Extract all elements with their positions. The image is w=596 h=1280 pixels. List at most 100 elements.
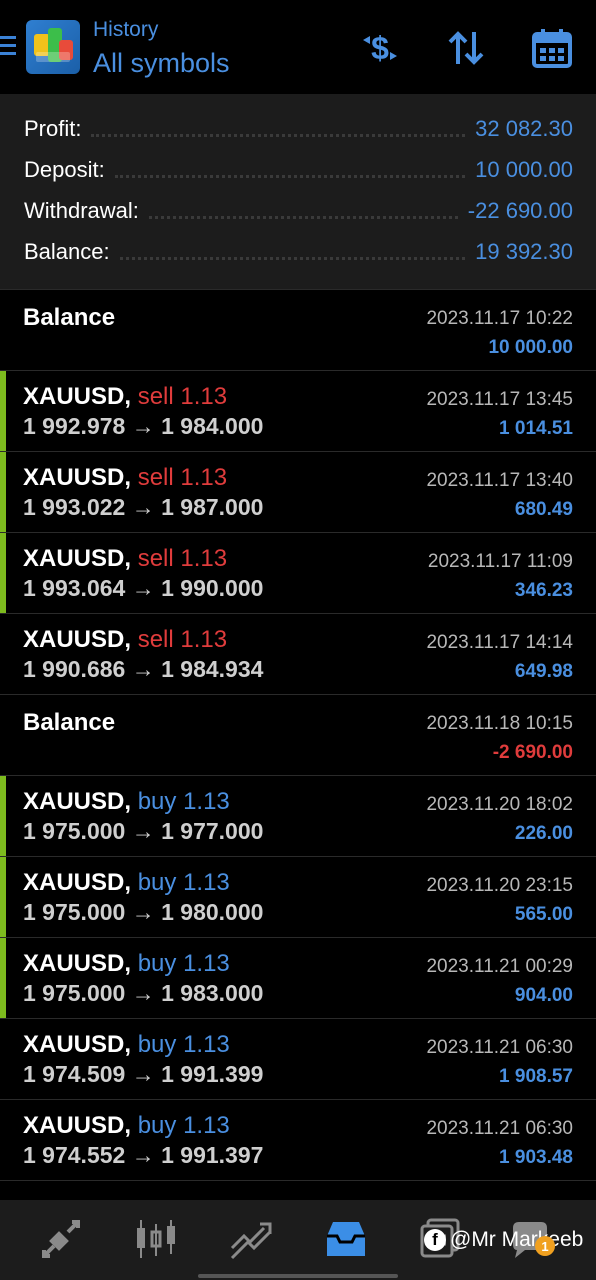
profit-indicator-bar	[0, 533, 6, 614]
profit-amount: 649.98	[514, 661, 573, 682]
timestamp: 2023.11.17 13:45	[426, 389, 573, 410]
symbol-name: XAUUSD,	[23, 869, 132, 896]
trade-row[interactable]: XAUUSD, buy 1.13 1 974.552 → 1 991.397 202…	[0, 1099, 596, 1180]
svg-text:$: $	[371, 30, 389, 66]
dot-leader	[91, 133, 466, 137]
symbol-name: XAUUSD,	[23, 788, 132, 815]
arrow-icon: →	[131, 575, 155, 601]
profit-indicator-bar	[0, 857, 6, 938]
trade-row[interactable]: XAUUSD, buy 1.13 1 975.000 → 1 983.000 202…	[0, 937, 596, 1019]
chart-icon[interactable]	[131, 1214, 181, 1264]
close-price: 1 990.000	[161, 575, 264, 601]
trade-symbol-line: XAUUSD, sell 1.13	[23, 464, 227, 492]
timestamp: 2023.11.21 00:29	[426, 956, 573, 977]
timestamp: 2023.11.20 23:15	[426, 875, 573, 896]
trade-type: buy	[137, 869, 177, 896]
timestamp: 2023.11.17 10:22	[426, 308, 573, 329]
trade-row[interactable]: XAUUSD, sell 1.13 1 993.022 → 1 987.000 20…	[0, 451, 596, 533]
trade-row[interactable]: XAUUSD, buy 1.13 1 975.000 → 1 977.000 202…	[0, 775, 596, 857]
open-price: 1 974.552	[23, 1142, 126, 1168]
open-price: 1 990.686	[23, 656, 126, 682]
dot-leader	[114, 174, 466, 178]
profit-indicator-bar	[0, 452, 6, 533]
trade-symbol-line: XAUUSD, sell 1.13	[23, 383, 227, 411]
trade-volume: 1.13	[183, 1112, 230, 1139]
quotes-icon[interactable]	[36, 1214, 86, 1264]
symbol-name: XAUUSD,	[23, 950, 132, 977]
withdrawal-label: Withdrawal:	[24, 198, 139, 223]
calendar-icon[interactable]	[530, 26, 574, 70]
trade-type: buy	[137, 950, 177, 977]
arrow-icon: →	[131, 818, 155, 844]
trade-symbol-line: XAUUSD, buy 1.13	[23, 788, 230, 816]
timestamp: 2023.11.17 11:09	[427, 551, 573, 572]
open-price: 1 975.000	[23, 980, 126, 1006]
arrow-icon: →	[131, 1142, 155, 1168]
price-range: 1 975.000 → 1 980.000	[23, 899, 263, 926]
trade-symbol-line: XAUUSD, sell 1.13	[23, 626, 227, 654]
currency-filter-icon[interactable]: $	[358, 26, 402, 70]
profit-indicator-bar	[0, 776, 6, 857]
price-range: 1 992.978 → 1 984.000	[23, 413, 263, 440]
close-price: 1 980.000	[161, 899, 264, 925]
home-indicator[interactable]	[198, 1274, 398, 1278]
symbol-name: XAUUSD,	[23, 464, 132, 491]
timestamp: 2023.11.17 14:14	[426, 632, 573, 653]
timestamp: 2023.11.17 13:40	[426, 470, 573, 491]
balance-operation-row[interactable]: Balance 2023.11.18 10:15 -2 690.00	[0, 694, 596, 775]
close-price: 1 991.397	[161, 1142, 264, 1168]
screen-title: History	[93, 18, 159, 41]
symbol-filter-title[interactable]: All symbols	[93, 48, 230, 79]
menu-icon[interactable]	[0, 36, 18, 58]
trade-type: buy	[137, 788, 177, 815]
profit-amount: 1 014.51	[499, 418, 573, 439]
trade-volume: 1.13	[180, 383, 228, 410]
profit-indicator-bar	[0, 371, 6, 452]
price-range: 1 974.509 → 1 991.399	[23, 1061, 263, 1088]
list-item[interactable]	[0, 1180, 596, 1200]
trade-volume: 1.13	[180, 464, 228, 491]
trade-row[interactable]: XAUUSD, sell 1.13 1 992.978 → 1 984.000 20…	[0, 370, 596, 452]
symbol-name: XAUUSD,	[23, 626, 132, 653]
arrow-icon: →	[131, 413, 155, 439]
trade-type: sell	[137, 545, 174, 572]
trade-row[interactable]: XAUUSD, sell 1.13 1 993.064 → 1 990.000 20…	[0, 532, 596, 614]
sort-icon[interactable]	[444, 26, 488, 70]
price-range: 1 975.000 → 1 977.000	[23, 818, 263, 845]
account-summary: Profit: 32 082.30 Deposit: 10 000.00 Wit…	[0, 94, 596, 289]
timestamp: 2023.11.21 06:30	[426, 1118, 573, 1139]
withdrawal-value: -22 690.00	[467, 198, 573, 223]
trade-volume: 1.13	[183, 950, 230, 977]
trade-type: buy	[137, 1031, 177, 1058]
dot-leader	[148, 215, 458, 219]
timestamp: 2023.11.21 06:30	[426, 1037, 573, 1058]
open-price: 1 993.064	[23, 575, 126, 601]
balance-label: Balance:	[24, 239, 110, 264]
balance-operation-row[interactable]: Balance 2023.11.17 10:22 10 000.00	[0, 289, 596, 370]
trade-symbol-line: XAUUSD, buy 1.13	[23, 1112, 230, 1140]
history-icon[interactable]	[321, 1214, 371, 1264]
profit-amount: 1 908.57	[499, 1066, 573, 1087]
symbol-name: XAUUSD,	[23, 545, 132, 572]
trade-row[interactable]: XAUUSD, buy 1.13 1 975.000 → 1 980.000 202…	[0, 856, 596, 938]
profit-row: Profit: 32 082.30	[24, 114, 573, 144]
price-range: 1 993.064 → 1 990.000	[23, 575, 263, 602]
trade-icon[interactable]	[226, 1214, 276, 1264]
symbol-name: XAUUSD,	[23, 383, 132, 410]
withdrawal-row: Withdrawal: -22 690.00	[24, 196, 573, 226]
profit-label: Profit:	[24, 116, 82, 141]
balance-value: 19 392.30	[475, 239, 573, 264]
metatrader-logo	[26, 20, 80, 74]
arrow-icon: →	[131, 656, 155, 682]
trade-type: sell	[137, 626, 174, 653]
history-list: Balance 2023.11.17 10:22 10 000.00 XAUUSD, …	[0, 289, 596, 1200]
price-range: 1 993.022 → 1 987.000	[23, 494, 263, 521]
deposit-label: Deposit:	[24, 157, 105, 182]
dot-leader	[119, 256, 466, 260]
open-price: 1 993.022	[23, 494, 126, 520]
trade-type: sell	[137, 383, 174, 410]
trade-row[interactable]: XAUUSD, buy 1.13 1 974.509 → 1 991.399 202…	[0, 1018, 596, 1099]
profit-amount: 680.49	[514, 499, 573, 520]
profit-indicator-bar	[0, 938, 6, 1019]
trade-row[interactable]: XAUUSD, sell 1.13 1 990.686 → 1 984.934 20…	[0, 613, 596, 694]
